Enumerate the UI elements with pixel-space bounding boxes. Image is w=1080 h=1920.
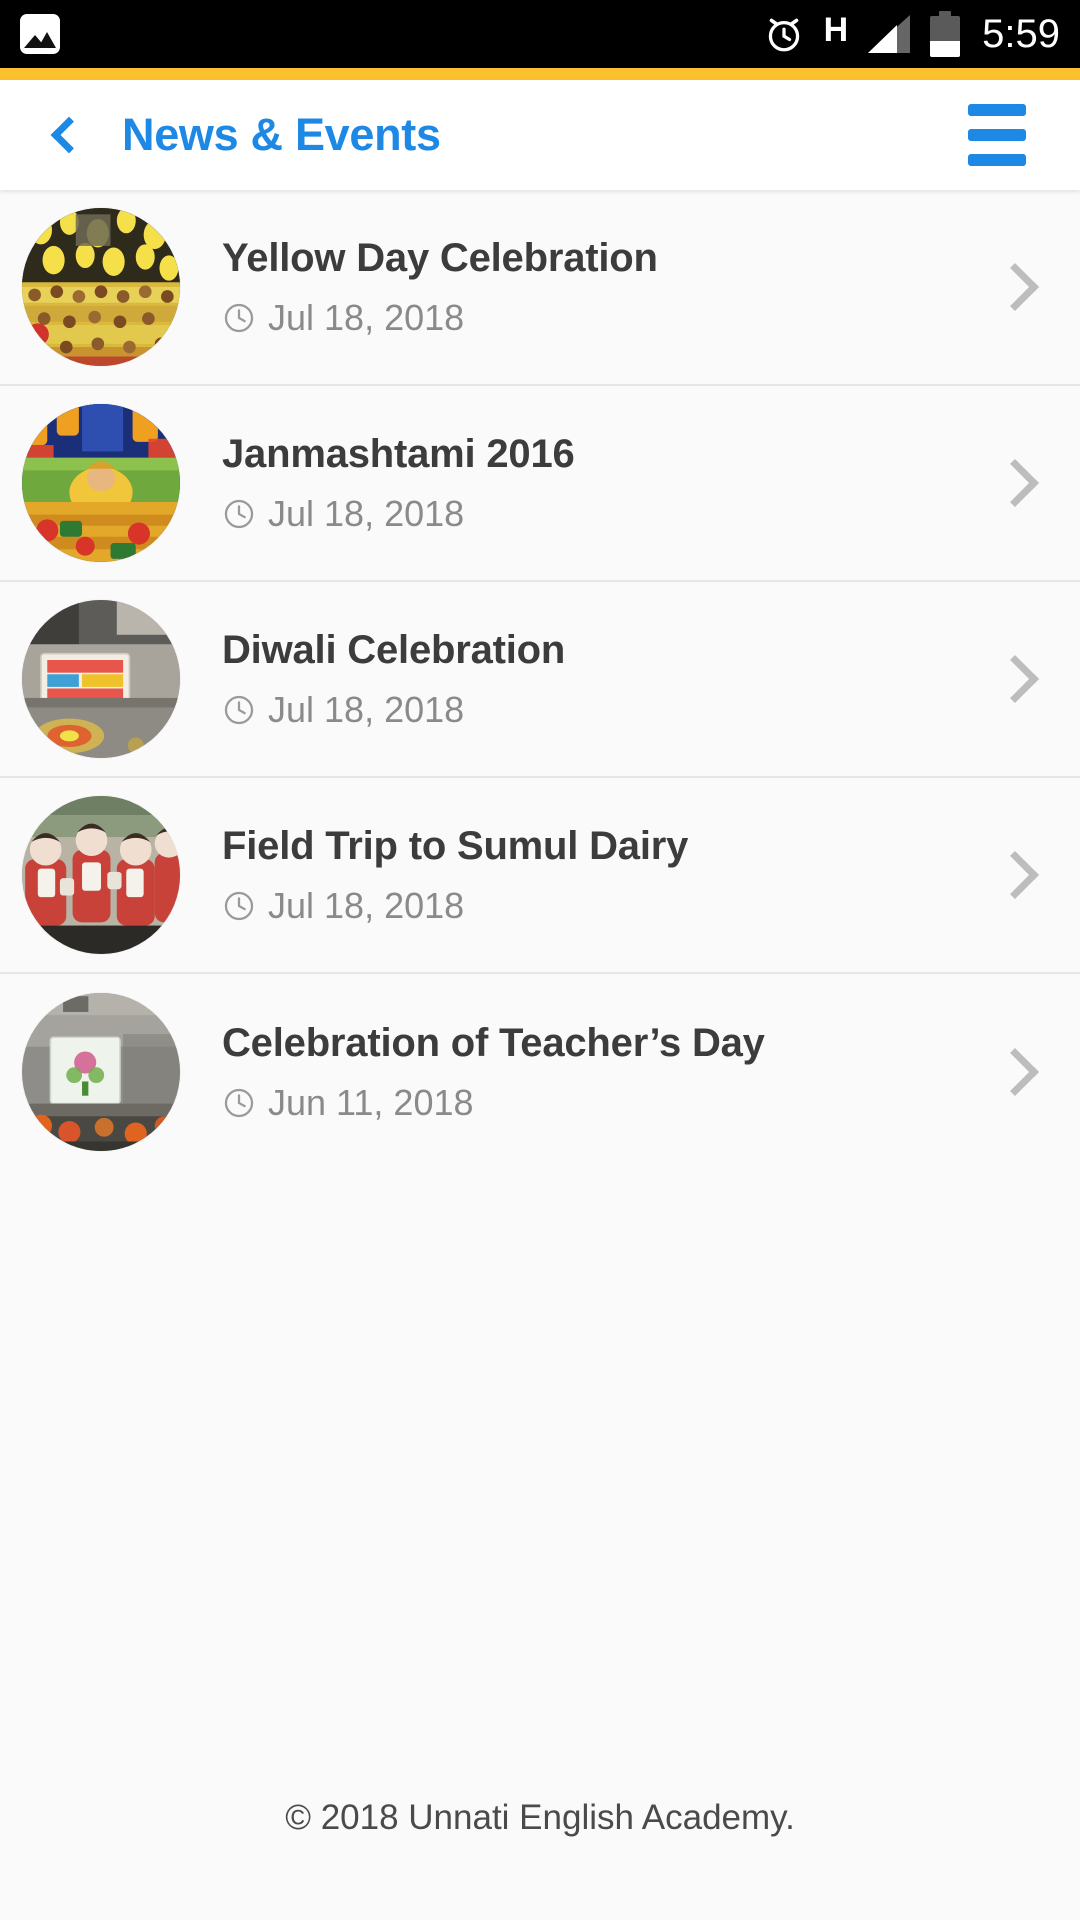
list-item[interactable]: Field Trip to Sumul Dairy Jul 18, 2018	[0, 778, 1080, 974]
status-bar-left	[20, 14, 60, 54]
list-item-title: Yellow Day Celebration	[222, 235, 658, 280]
list-item-date: Jul 18, 2018	[222, 493, 998, 535]
list-item-text: Diwali Celebration Jul 18, 2018	[180, 628, 998, 731]
list-item-date-text: Jul 18, 2018	[268, 296, 465, 338]
accent-bar	[0, 68, 1080, 80]
clock-icon	[222, 889, 256, 923]
list-item[interactable]: Yellow Day Celebration Jul 18, 2018	[0, 190, 1080, 386]
status-bar: H 5:59	[0, 0, 1080, 68]
list-item-title: Diwali Celebration	[222, 627, 566, 672]
copyright-text: © 2018 Unnati English Academy.	[285, 1798, 795, 1837]
list-item-title: Celebration of Teacher’s Day	[222, 1020, 765, 1065]
chevron-right-icon[interactable]	[990, 458, 1040, 508]
list-item[interactable]: Celebration of Teacher’s Day Jun 11, 201…	[0, 974, 1080, 1170]
clock-icon	[222, 693, 256, 727]
list-item[interactable]: Janmashtami 2016 Jul 18, 2018	[0, 386, 1080, 582]
page-title: News & Events	[122, 109, 441, 160]
status-bar-clock: 5:59	[982, 12, 1060, 56]
chevron-left-icon	[50, 116, 88, 154]
list-item-date-text: Jul 18, 2018	[268, 688, 465, 730]
clock-icon	[222, 301, 256, 335]
chevron-right-icon[interactable]	[990, 262, 1040, 312]
list-item-text: Yellow Day Celebration Jul 18, 2018	[180, 236, 998, 339]
list-item-date: Jul 18, 2018	[222, 689, 998, 731]
content-spacer	[0, 1170, 1080, 1510]
list-item-thumbnail	[22, 208, 180, 366]
list-item-text: Celebration of Teacher’s Day Jun 11, 201…	[180, 1021, 998, 1124]
list-item-date-text: Jun 11, 2018	[268, 1081, 474, 1123]
news-events-list: Yellow Day Celebration Jul 18, 2018 Janm…	[0, 190, 1080, 1170]
footer: © 2018 Unnati English Academy.	[0, 1770, 1080, 1920]
hamburger-menu-icon[interactable]	[968, 104, 1040, 166]
list-item-thumbnail	[22, 796, 180, 954]
network-type-label: H	[823, 11, 849, 49]
list-item-thumbnail	[22, 600, 180, 758]
back-button[interactable]	[34, 104, 96, 166]
clock-icon	[222, 1086, 256, 1120]
signal-bars-icon	[866, 13, 912, 55]
list-item-thumbnail	[22, 993, 180, 1151]
app-bar: News & Events	[0, 80, 1080, 190]
status-bar-right: H 5:59	[762, 11, 1060, 57]
list-item-date: Jul 18, 2018	[222, 885, 998, 927]
list-item[interactable]: Diwali Celebration Jul 18, 2018	[0, 582, 1080, 778]
list-item-text: Janmashtami 2016 Jul 18, 2018	[180, 432, 998, 535]
chevron-right-icon[interactable]	[990, 654, 1040, 704]
clock-icon	[222, 497, 256, 531]
list-item-date-text: Jul 18, 2018	[268, 492, 465, 534]
list-item-text: Field Trip to Sumul Dairy Jul 18, 2018	[180, 824, 998, 927]
list-item-date: Jul 18, 2018	[222, 297, 998, 339]
chevron-right-icon[interactable]	[990, 1047, 1040, 1097]
list-item-thumbnail	[22, 404, 180, 562]
alarm-clock-icon	[762, 12, 806, 56]
chevron-right-icon[interactable]	[990, 850, 1040, 900]
list-item-date: Jun 11, 2018	[222, 1082, 998, 1124]
battery-icon	[930, 11, 961, 57]
list-item-date-text: Jul 18, 2018	[268, 884, 465, 926]
list-item-title: Field Trip to Sumul Dairy	[222, 823, 689, 868]
list-item-title: Janmashtami 2016	[222, 431, 575, 476]
gallery-icon	[20, 14, 60, 54]
